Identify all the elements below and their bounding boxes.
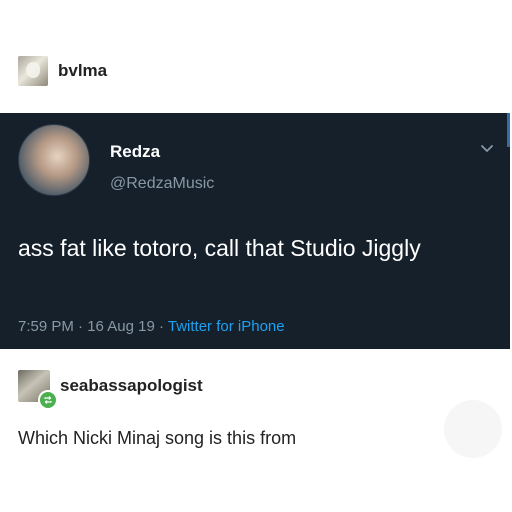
reply-username[interactable]: seabassapologist — [60, 376, 203, 396]
tweet-text: ass fat like totoro, call that Studio Ji… — [18, 235, 421, 261]
avatar[interactable] — [18, 370, 58, 410]
meta-separator: · — [158, 318, 164, 335]
post-header: bvlma — [18, 56, 107, 86]
tweet-date: 16 Aug 19 — [87, 318, 155, 335]
tweet-source: Twitter for iPhone — [167, 318, 285, 335]
reply-text: Which Nicki Minaj song is this from — [18, 428, 297, 448]
chevron-down-icon — [481, 145, 493, 152]
meta-separator: · — [78, 318, 84, 335]
tweet-meta: 7:59 PM · 16 Aug 19 · Twitter for iPhone — [18, 318, 285, 335]
scrollbar-indicator — [507, 113, 510, 147]
reply-header: seabassapologist — [18, 370, 203, 410]
tweet-handle: @RedzaMusic — [110, 175, 215, 192]
tweet-time: 7:59 PM — [18, 318, 74, 335]
avatar[interactable] — [18, 56, 48, 86]
tweet-display-name: Redza — [110, 142, 161, 161]
tweet-avatar — [18, 124, 90, 196]
post-username[interactable]: bvlma — [58, 61, 107, 81]
reblog-icon — [38, 390, 58, 410]
decorative-circle — [444, 400, 502, 458]
